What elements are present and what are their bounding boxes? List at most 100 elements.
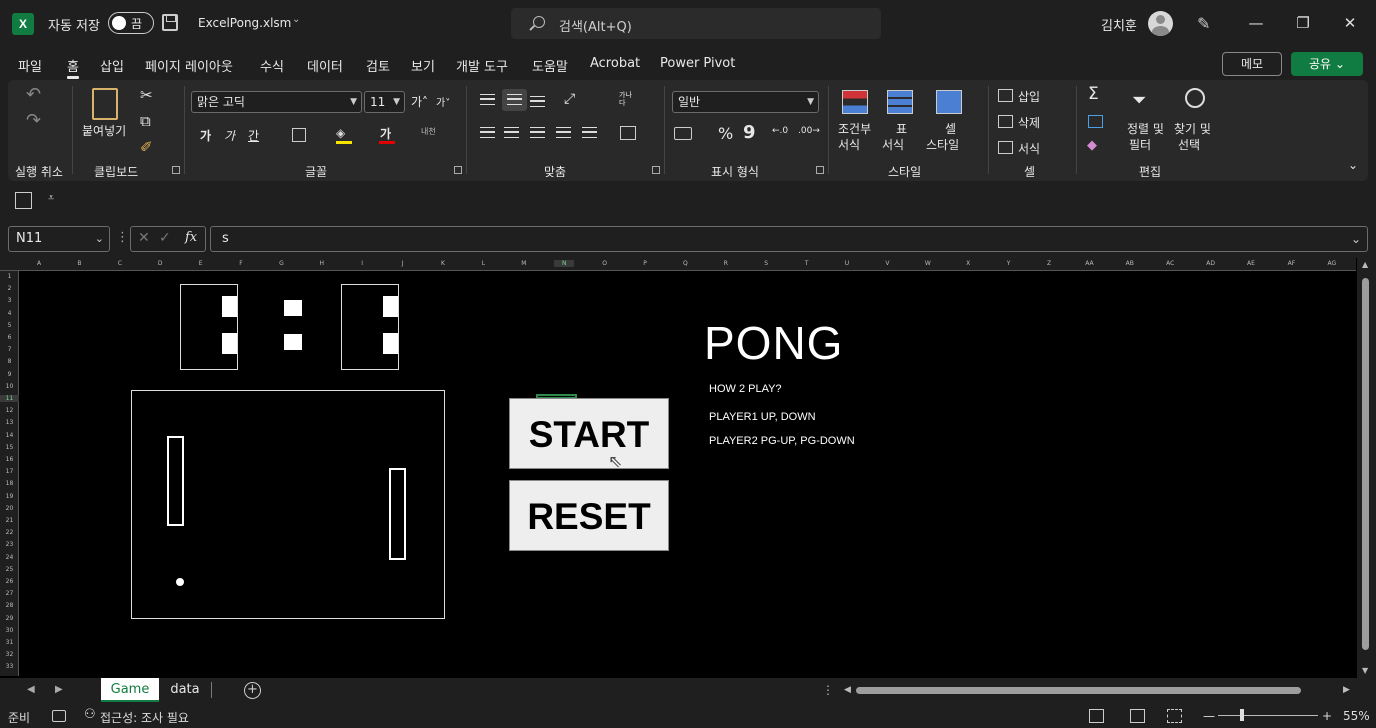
delete-cells-icon[interactable]	[998, 115, 1013, 128]
column-header[interactable]: AE	[1241, 260, 1261, 267]
row-header[interactable]: 14	[0, 432, 19, 439]
italic-button[interactable]: 가	[224, 127, 235, 144]
user-name[interactable]: 김치훈	[1101, 15, 1137, 34]
redo-icon[interactable]: ↷	[26, 110, 41, 131]
column-header[interactable]: L	[473, 260, 493, 267]
cell-styles-label-1[interactable]: 셀	[945, 120, 956, 137]
column-header[interactable]: T	[797, 260, 817, 267]
prev-sheet-icon[interactable]: ◀	[27, 684, 35, 695]
format-cells-icon[interactable]	[998, 141, 1013, 154]
cancel-icon[interactable]: ✕	[138, 230, 150, 246]
zoom-slider-thumb[interactable]	[1240, 709, 1244, 721]
row-header[interactable]: 18	[0, 480, 19, 487]
tab-review[interactable]: 검토	[366, 56, 390, 75]
number-format-select[interactable]: 일반 ▼	[672, 91, 819, 113]
collapse-ribbon-icon[interactable]: ⌄	[1348, 158, 1358, 172]
row-header[interactable]: 8	[0, 358, 19, 365]
sort-filter-label-1[interactable]: 정렬 및	[1127, 120, 1164, 137]
row-header[interactable]: 21	[0, 517, 19, 524]
align-launcher-icon[interactable]	[652, 166, 660, 174]
tab-split-handle-icon[interactable]: ⋮	[822, 683, 834, 697]
align-middle-button[interactable]	[502, 89, 527, 111]
start-button[interactable]: START	[509, 398, 669, 469]
row-header[interactable]: 19	[0, 493, 19, 500]
fill-color-icon[interactable]: ◈	[336, 126, 352, 140]
tab-data[interactable]: 데이터	[307, 56, 343, 75]
row-header[interactable]: 22	[0, 529, 19, 536]
align-bottom-icon[interactable]	[530, 96, 545, 107]
column-header[interactable]: AF	[1281, 260, 1301, 267]
vertical-scrollbar[interactable]: ▲ ▼	[1357, 258, 1376, 678]
merge-center-icon[interactable]	[620, 126, 636, 140]
zoom-slider[interactable]	[1218, 715, 1318, 716]
tab-home[interactable]: 홈	[67, 56, 79, 79]
copy-icon[interactable]: ⧉	[140, 112, 151, 130]
macro-record-icon[interactable]	[52, 710, 66, 722]
reset-button[interactable]: RESET	[509, 480, 669, 551]
column-header[interactable]: E	[191, 260, 211, 267]
table-format-label-1[interactable]: 표	[896, 120, 907, 137]
accessibility-status[interactable]: 접근성: 조사 필요	[100, 709, 189, 726]
decrease-indent-icon[interactable]	[556, 127, 571, 138]
save-icon[interactable]	[162, 14, 178, 31]
formula-bar-menu-icon[interactable]: ⋮	[116, 230, 129, 245]
conditional-format-label-2[interactable]: 서식	[838, 136, 860, 153]
horizontal-scroll-thumb[interactable]	[856, 687, 1301, 694]
autosave-toggle[interactable]: 끔	[108, 12, 154, 34]
tab-power-pivot[interactable]: Power Pivot	[660, 56, 735, 71]
restore-button[interactable]: ❐	[1280, 0, 1326, 48]
row-header[interactable]: 28	[0, 602, 19, 609]
tab-page-layout[interactable]: 페이지 레이아웃	[145, 56, 233, 75]
autosum-icon[interactable]: Σ	[1088, 84, 1099, 104]
column-header[interactable]: W	[918, 260, 938, 267]
shrink-font-button[interactable]: 가˅	[436, 94, 450, 109]
scroll-left-icon[interactable]: ◀	[844, 685, 851, 695]
row-header[interactable]: 4	[0, 310, 19, 317]
paste-icon[interactable]	[92, 88, 118, 120]
customize-toolbar-icon[interactable]: ⩡	[48, 191, 54, 205]
column-header[interactable]: N	[554, 260, 575, 267]
tab-developer[interactable]: 개발 도구	[456, 56, 508, 75]
tab-acrobat[interactable]: Acrobat	[590, 56, 640, 71]
cut-icon[interactable]: ✂	[140, 86, 153, 104]
row-header[interactable]: 30	[0, 627, 19, 634]
sheet-tab-data[interactable]: data	[162, 678, 208, 702]
font-size-select[interactable]: 11 ▼	[364, 91, 405, 113]
name-box[interactable]: N11 ⌄	[8, 226, 110, 252]
column-header[interactable]: G	[271, 260, 291, 267]
row-header[interactable]: 15	[0, 444, 19, 451]
row-header[interactable]: 11	[0, 395, 19, 402]
close-button[interactable]: ✕	[1327, 0, 1373, 48]
zoom-out-icon[interactable]: —	[1203, 709, 1215, 723]
font-launcher-icon[interactable]	[454, 166, 462, 174]
format-painter-icon[interactable]: ✐	[140, 138, 153, 156]
cell-grid[interactable]: START RESET ⇖ PONG HOW 2 PLAY? PLAYER1 U…	[20, 272, 1356, 678]
row-header[interactable]: 33	[0, 663, 19, 670]
column-header[interactable]: AB	[1120, 260, 1140, 267]
find-select-label-1[interactable]: 찾기 및	[1174, 120, 1211, 137]
insert-cells-label[interactable]: 삽입	[1018, 88, 1040, 105]
underline-button[interactable]: 간	[248, 127, 259, 144]
percent-button[interactable]: %	[718, 124, 733, 143]
scroll-right-icon[interactable]: ▶	[1343, 685, 1350, 695]
row-header[interactable]: 27	[0, 590, 19, 597]
column-header[interactable]: Y	[999, 260, 1019, 267]
column-header[interactable]: H	[312, 260, 332, 267]
chevron-down-icon[interactable]: ⌄	[292, 14, 300, 25]
column-header[interactable]: Q	[675, 260, 695, 267]
zoom-level[interactable]: 55%	[1343, 709, 1370, 723]
column-header[interactable]: AG	[1322, 260, 1342, 267]
column-header[interactable]: M	[514, 260, 534, 267]
column-header[interactable]: V	[877, 260, 897, 267]
scroll-down-icon[interactable]: ▼	[1362, 666, 1368, 675]
enter-icon[interactable]: ✓	[159, 230, 171, 246]
accounting-format-icon[interactable]	[674, 127, 692, 140]
row-header[interactable]: 16	[0, 456, 19, 463]
comma-button[interactable]: 9	[743, 122, 756, 143]
column-header[interactable]: D	[150, 260, 170, 267]
fill-icon[interactable]	[1088, 115, 1103, 128]
delete-cells-label[interactable]: 삭제	[1018, 114, 1040, 131]
align-right-icon[interactable]	[530, 127, 545, 138]
cell-styles-icon[interactable]	[936, 90, 962, 114]
sheet-tab-game[interactable]: Game	[101, 678, 159, 702]
